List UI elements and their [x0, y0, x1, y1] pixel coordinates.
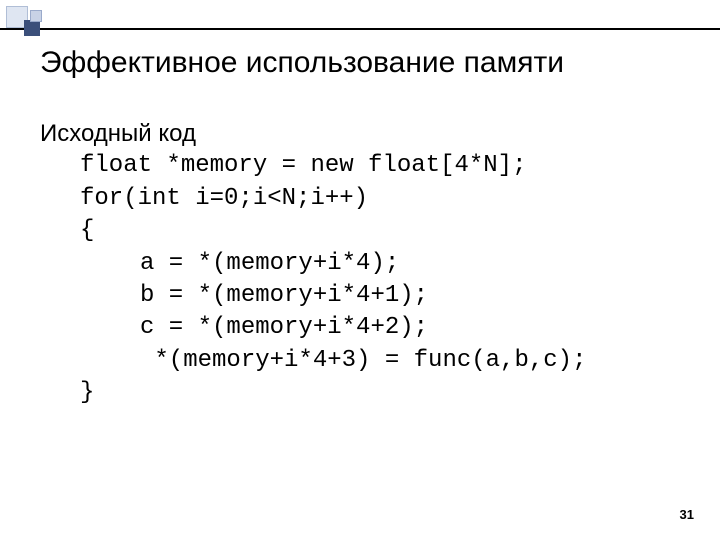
- code-line: }: [40, 377, 690, 409]
- page-number: 31: [680, 507, 694, 522]
- top-rule: [0, 28, 720, 30]
- decor-square: [30, 10, 42, 22]
- code-line: for(int i=0;i<N;i++): [40, 183, 690, 215]
- code-line: *(memory+i*4+3) = func(a,b,c);: [40, 345, 690, 377]
- intro-label: Исходный код: [40, 120, 196, 147]
- slide-body: Исходный код float *memory = new float[4…: [40, 118, 690, 410]
- slide-title: Эффективное использование памяти: [40, 46, 690, 80]
- corner-decoration: [0, 0, 150, 40]
- code-line: a = *(memory+i*4);: [40, 248, 690, 280]
- decor-square: [24, 20, 40, 36]
- code-line: {: [40, 215, 690, 247]
- code-line: c = *(memory+i*4+2);: [40, 312, 690, 344]
- code-line: b = *(memory+i*4+1);: [40, 280, 690, 312]
- code-line: float *memory = new float[4*N];: [40, 150, 690, 182]
